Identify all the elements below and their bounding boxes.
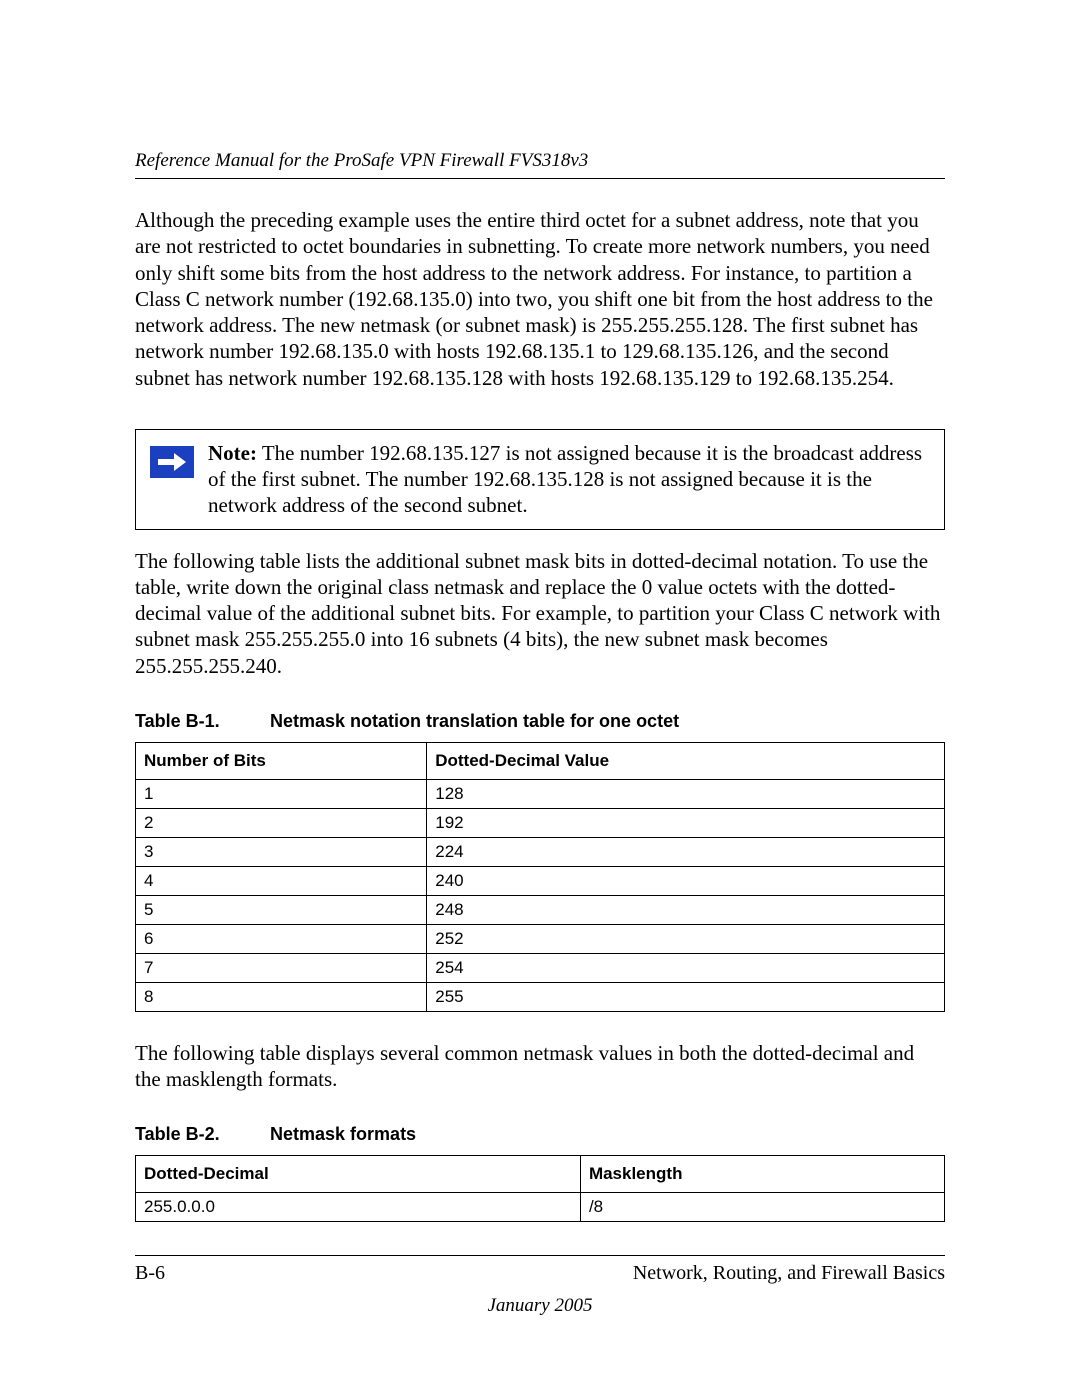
table-row: 8255 [136,982,945,1011]
paragraph-1: Although the preceding example uses the … [135,207,945,391]
note-label: Note: [208,441,257,465]
table-row: 4240 [136,866,945,895]
table-header-cell: Masklength [580,1156,944,1193]
table-row: 1128 [136,779,945,808]
table-cell: 8 [136,982,427,1011]
table-cell: 4 [136,866,427,895]
running-header: Reference Manual for the ProSafe VPN Fir… [135,150,945,172]
table-cell: 6 [136,924,427,953]
paragraph-2: The following table lists the additional… [135,548,945,679]
footer-date: January 2005 [135,1295,945,1317]
table-1: Number of Bits Dotted-Decimal Value 1128… [135,742,945,1012]
table-2-title: Netmask formats [270,1124,416,1144]
table-cell: 2 [136,808,427,837]
table-row: 255.0.0.0/8 [136,1193,945,1222]
header-rule [135,178,945,179]
table-row: 2192 [136,808,945,837]
table-row: Dotted-Decimal Masklength [136,1156,945,1193]
table-header-cell: Number of Bits [136,742,427,779]
table-cell: 224 [427,837,945,866]
arrow-right-icon [150,440,194,478]
footer-section-title: Network, Routing, and Firewall Basics [633,1262,945,1285]
table-row: 5248 [136,895,945,924]
table-cell: 7 [136,953,427,982]
table-header-cell: Dotted-Decimal Value [427,742,945,779]
page-footer: B-6 Network, Routing, and Firewall Basic… [135,1255,945,1317]
table-cell: 192 [427,808,945,837]
table-row: 7254 [136,953,945,982]
document-page: Reference Manual for the ProSafe VPN Fir… [0,0,1080,1397]
table-1-title: Netmask notation translation table for o… [270,711,679,731]
table-cell: 252 [427,924,945,953]
note-body: The number 192.68.135.127 is not assigne… [208,441,922,518]
table-cell: 128 [427,779,945,808]
table-cell: 5 [136,895,427,924]
table-cell: 3 [136,837,427,866]
table-2-caption: Table B-2. Netmask formats [135,1124,945,1145]
footer-rule [135,1255,945,1256]
table-row: 6252 [136,924,945,953]
table-cell: 248 [427,895,945,924]
page-number: B-6 [135,1262,165,1285]
paragraph-3: The following table displays several com… [135,1040,945,1093]
note-callout: Note: The number 192.68.135.127 is not a… [135,429,945,530]
table-1-caption: Table B-1. Netmask notation translation … [135,711,945,732]
table-2-label: Table B-2. [135,1124,265,1145]
table-header-cell: Dotted-Decimal [136,1156,581,1193]
table-cell: 240 [427,866,945,895]
table-row: Number of Bits Dotted-Decimal Value [136,742,945,779]
table-cell: 1 [136,779,427,808]
note-text: Note: The number 192.68.135.127 is not a… [208,440,930,519]
table-cell: /8 [580,1193,944,1222]
table-cell: 255 [427,982,945,1011]
table-cell: 255.0.0.0 [136,1193,581,1222]
table-1-label: Table B-1. [135,711,265,732]
table-cell: 254 [427,953,945,982]
table-2: Dotted-Decimal Masklength 255.0.0.0/8 [135,1155,945,1222]
table-row: 3224 [136,837,945,866]
